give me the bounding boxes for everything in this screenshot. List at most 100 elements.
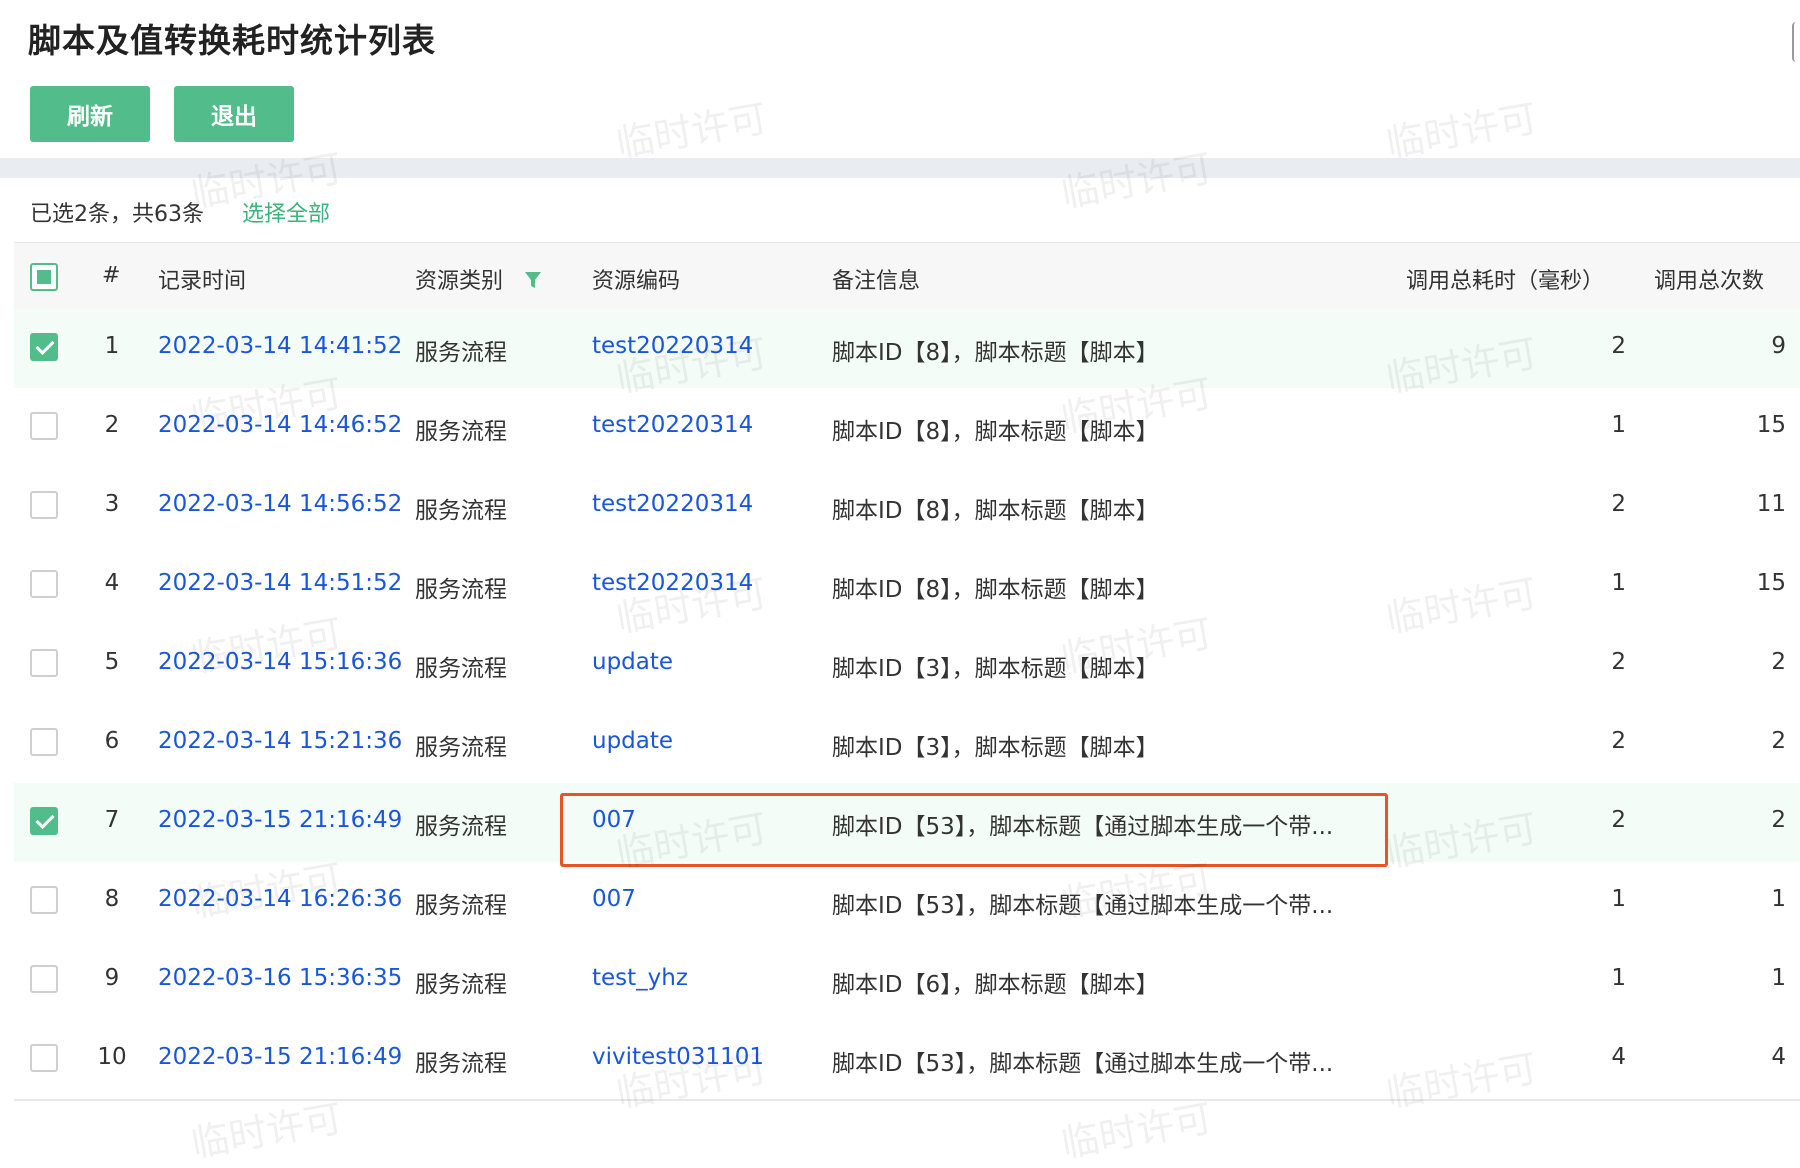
resource-type: 服务流程 bbox=[415, 498, 507, 524]
row-index: 2 bbox=[104, 412, 120, 438]
table-row[interactable]: 3 2022-03-14 14:56:52 服务流程 test20220314 脚本ID… bbox=[14, 467, 1800, 548]
table-row[interactable]: 9 2022-03-16 15:36:35 服务流程 test_yhz 脚本ID【6】，… bbox=[14, 941, 1800, 1022]
remark-text: 脚本ID【3】，脚本标题【脚本】 bbox=[832, 735, 1159, 761]
record-time-link[interactable]: 2022-03-14 14:51:52 bbox=[158, 570, 402, 596]
remark-text: 脚本ID【8】，脚本标题【脚本】 bbox=[832, 577, 1159, 603]
row-checkbox[interactable] bbox=[30, 412, 58, 440]
remark-text: 脚本ID【53】，脚本标题【通过脚本生成一个带... bbox=[832, 1051, 1334, 1077]
table-row[interactable]: 4 2022-03-14 14:51:52 服务流程 test20220314 脚本ID… bbox=[14, 546, 1800, 627]
row-checkbox[interactable] bbox=[30, 570, 58, 598]
count-value: 4 bbox=[1771, 1044, 1786, 1070]
col-resource-code[interactable]: 资源编码 bbox=[592, 263, 680, 295]
col-remark[interactable]: 备注信息 bbox=[832, 263, 920, 295]
table-row[interactable]: 8 2022-03-14 16:26:36 服务流程 007 脚本ID【53】，脚本标题… bbox=[14, 862, 1800, 943]
row-checkbox[interactable] bbox=[30, 886, 58, 914]
record-time-link[interactable]: 2022-03-14 14:46:52 bbox=[158, 412, 402, 438]
count-value: 9 bbox=[1771, 333, 1786, 359]
row-index: 3 bbox=[104, 491, 120, 517]
row-index: 9 bbox=[104, 965, 120, 991]
select-all-link[interactable]: 选择全部 bbox=[242, 196, 330, 228]
remark-text: 脚本ID【6】，脚本标题【脚本】 bbox=[832, 972, 1159, 998]
col-record-time[interactable]: 记录时间 bbox=[158, 263, 246, 295]
table-row[interactable]: 6 2022-03-14 15:21:36 服务流程 update 脚本ID【3】，脚本… bbox=[14, 704, 1800, 785]
table-row[interactable]: 7 2022-03-15 21:16:49 服务流程 007 脚本ID【53】，脚本标题… bbox=[14, 783, 1800, 864]
row-checkbox[interactable] bbox=[30, 965, 58, 993]
resource-type: 服务流程 bbox=[415, 340, 507, 366]
duration-value: 1 bbox=[1611, 886, 1626, 912]
resource-code-link[interactable]: test20220314 bbox=[592, 570, 753, 596]
row-index: 5 bbox=[104, 649, 120, 675]
remark-text: 脚本ID【53】，脚本标题【通过脚本生成一个带... bbox=[832, 814, 1334, 840]
record-time-link[interactable]: 2022-03-14 14:41:52 bbox=[158, 333, 402, 359]
page-title: 脚本及值转换耗时统计列表 bbox=[28, 21, 436, 60]
col-index: # bbox=[102, 263, 121, 288]
col-resource-type[interactable]: 资源类别 bbox=[415, 263, 542, 295]
row-index: 8 bbox=[104, 886, 120, 912]
col-count[interactable]: 调用总次数 bbox=[1654, 263, 1764, 295]
row-checkbox[interactable] bbox=[30, 728, 58, 756]
resource-code-link[interactable]: test20220314 bbox=[592, 412, 753, 438]
duration-value: 1 bbox=[1611, 570, 1626, 596]
record-time-link[interactable]: 2022-03-15 21:16:49 bbox=[158, 807, 402, 833]
count-value: 2 bbox=[1771, 807, 1786, 833]
remark-text: 脚本ID【53】，脚本标题【通过脚本生成一个带... bbox=[832, 893, 1334, 919]
record-time-link[interactable]: 2022-03-14 15:16:36 bbox=[158, 649, 402, 675]
duration-value: 2 bbox=[1611, 649, 1626, 675]
row-checkbox[interactable] bbox=[30, 649, 58, 677]
row-checkbox[interactable] bbox=[30, 491, 58, 519]
remark-text: 脚本ID【8】，脚本标题【脚本】 bbox=[832, 340, 1159, 366]
selection-bar: 已选2条，共63条 选择全部 bbox=[14, 178, 1800, 243]
record-time-link[interactable]: 2022-03-14 15:21:36 bbox=[158, 728, 402, 754]
row-index: 10 bbox=[97, 1044, 127, 1070]
duration-value: 1 bbox=[1611, 965, 1626, 991]
resource-code-link[interactable]: test_yhz bbox=[592, 965, 688, 991]
resource-code-link[interactable]: update bbox=[592, 649, 673, 675]
selection-summary: 已选2条，共63条 bbox=[30, 202, 204, 227]
table-panel: 已选2条，共63条 选择全部 # 记录时间 资源类别 资源编码 备注信息 调用总… bbox=[14, 178, 1800, 1136]
filter-icon[interactable] bbox=[524, 270, 542, 290]
section-divider bbox=[0, 158, 1800, 178]
count-value: 11 bbox=[1756, 491, 1786, 517]
refresh-button[interactable]: 刷新 bbox=[30, 86, 150, 142]
remark-text: 脚本ID【8】，脚本标题【脚本】 bbox=[832, 419, 1159, 445]
page-header: 脚本及值转换耗时统计列表 刷新 退出 bbox=[0, 0, 1800, 158]
resource-code-link[interactable]: 007 bbox=[592, 807, 636, 833]
resource-code-link[interactable]: test20220314 bbox=[592, 491, 753, 517]
remark-text: 脚本ID【8】，脚本标题【脚本】 bbox=[832, 498, 1159, 524]
count-value: 1 bbox=[1771, 886, 1786, 912]
col-duration[interactable]: 调用总耗时（毫秒） bbox=[1406, 263, 1604, 295]
resource-type: 服务流程 bbox=[415, 972, 507, 998]
resource-code-link[interactable]: update bbox=[592, 728, 673, 754]
row-index: 4 bbox=[104, 570, 120, 596]
record-time-link[interactable]: 2022-03-14 16:26:36 bbox=[158, 886, 402, 912]
resource-code-link[interactable]: vivitest031101 bbox=[592, 1044, 764, 1070]
record-time-link[interactable]: 2022-03-16 15:36:35 bbox=[158, 965, 402, 991]
row-checkbox[interactable] bbox=[30, 333, 58, 361]
resource-type: 服务流程 bbox=[415, 735, 507, 761]
duration-value: 2 bbox=[1611, 728, 1626, 754]
resource-type: 服务流程 bbox=[415, 893, 507, 919]
record-time-link[interactable]: 2022-03-14 14:56:52 bbox=[158, 491, 402, 517]
count-value: 1 bbox=[1771, 965, 1786, 991]
table-row[interactable]: 10 2022-03-15 21:16:49 服务流程 vivitest031101 脚… bbox=[14, 1020, 1800, 1101]
row-index: 1 bbox=[104, 333, 120, 359]
count-value: 15 bbox=[1756, 570, 1786, 596]
record-time-link[interactable]: 2022-03-15 21:16:49 bbox=[158, 1044, 402, 1070]
duration-value: 2 bbox=[1611, 807, 1626, 833]
duration-value: 2 bbox=[1611, 491, 1626, 517]
table-row[interactable]: 1 2022-03-14 14:41:52 服务流程 test20220314 脚本ID… bbox=[14, 309, 1800, 390]
duration-value: 2 bbox=[1611, 333, 1626, 359]
table-row[interactable]: 5 2022-03-14 15:16:36 服务流程 update 脚本ID【3】，脚本… bbox=[14, 625, 1800, 706]
row-checkbox[interactable] bbox=[30, 1044, 58, 1072]
col-resource-type-label: 资源类别 bbox=[415, 269, 504, 294]
duration-value: 1 bbox=[1611, 412, 1626, 438]
row-checkbox[interactable] bbox=[30, 807, 58, 835]
duration-value: 4 bbox=[1611, 1044, 1626, 1070]
resource-type: 服务流程 bbox=[415, 419, 507, 445]
table-row[interactable]: 2 2022-03-14 14:46:52 服务流程 test20220314 脚本ID… bbox=[14, 388, 1800, 469]
resource-code-link[interactable]: test20220314 bbox=[592, 333, 753, 359]
exit-button[interactable]: 退出 bbox=[174, 86, 294, 142]
header-checkbox[interactable] bbox=[30, 263, 58, 291]
resource-code-link[interactable]: 007 bbox=[592, 886, 636, 912]
remark-text: 脚本ID【3】，脚本标题【脚本】 bbox=[832, 656, 1159, 682]
